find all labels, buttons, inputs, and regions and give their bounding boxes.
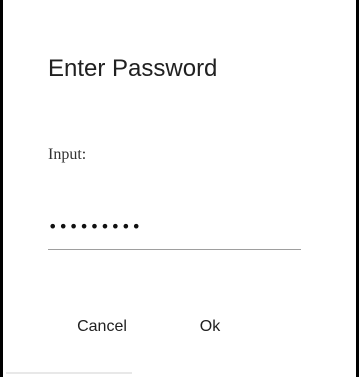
- dialog-title: Enter Password: [48, 55, 218, 82]
- cancel-button[interactable]: Cancel: [66, 312, 138, 342]
- password-dialog: Enter Password Input: Cancel Ok: [0, 0, 359, 377]
- password-field[interactable]: [48, 210, 301, 250]
- input-label: Input:: [48, 146, 87, 163]
- ok-button[interactable]: Ok: [193, 312, 227, 342]
- bottom-divider: [6, 372, 132, 374]
